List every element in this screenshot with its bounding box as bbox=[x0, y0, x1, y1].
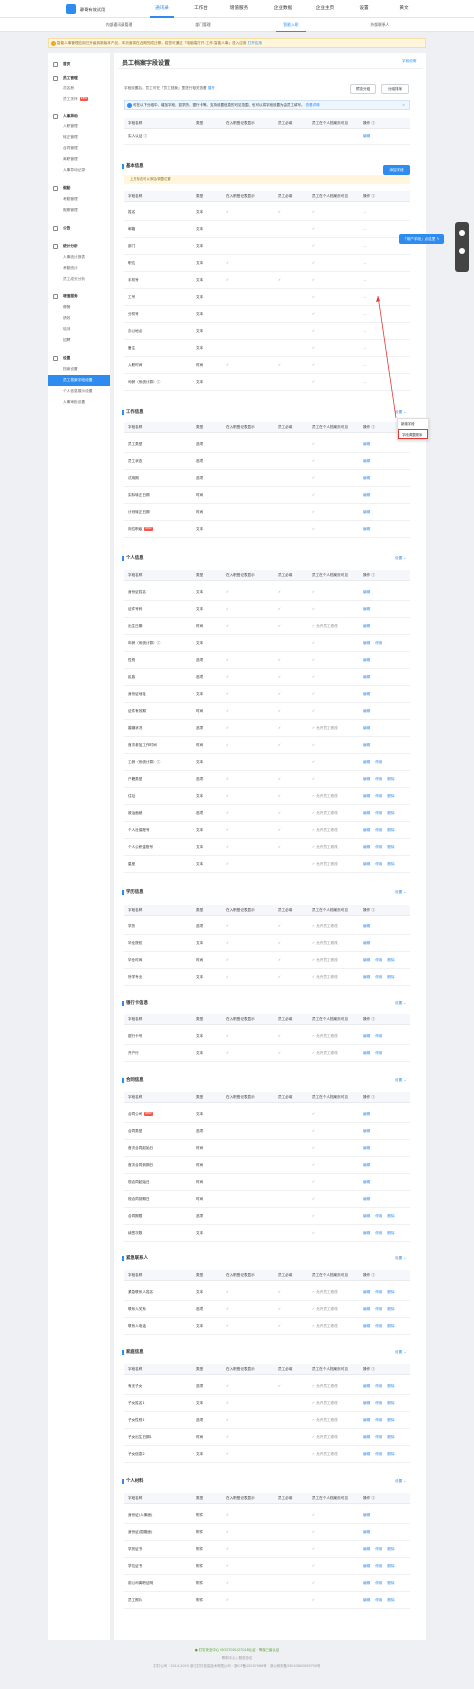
annotation-arrows bbox=[376, 295, 397, 419]
phone-icon bbox=[459, 248, 465, 254]
dropdown-add-field[interactable]: 新增字段 bbox=[398, 419, 428, 429]
footer-links[interactable]: 帮助中心 | 服务协议 bbox=[0, 1655, 474, 1660]
chat-icon bbox=[459, 230, 465, 236]
floating-help-widget[interactable] bbox=[455, 222, 469, 272]
footer: ● 钉钉安全中心 ISO27001/27018认证 · 等保三级认证 帮助中心 … bbox=[0, 1644, 474, 1668]
footer-copyright: 钉钉公司 · 2014-2019 浙江钉钉信息技术有限公司 · 浙ICP备150… bbox=[153, 1664, 321, 1668]
arrow-head-icon bbox=[376, 296, 380, 302]
footer-security: ● 钉钉安全中心 ISO27001/27018认证 · 等保三级认证 bbox=[194, 1648, 280, 1652]
user-field-tip[interactable]: 「用户字段」点这里 ✎ bbox=[399, 234, 444, 244]
dropdown-reorder[interactable]: 字段调整顺序 bbox=[398, 429, 428, 439]
settings-dropdown: 新增字段 字段调整顺序 bbox=[397, 418, 429, 440]
annotation-line bbox=[377, 295, 397, 419]
